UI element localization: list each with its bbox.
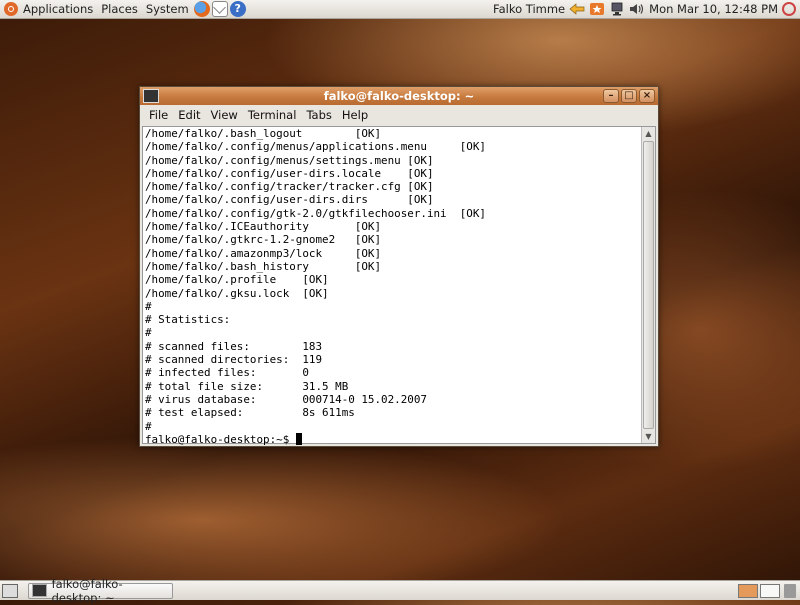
mail-launcher-icon[interactable] bbox=[211, 1, 228, 17]
workspace-1[interactable] bbox=[738, 583, 758, 598]
places-menu[interactable]: Places bbox=[97, 0, 142, 19]
workspace-2[interactable] bbox=[760, 583, 780, 598]
window-title: falko@falko-desktop: ~ bbox=[323, 89, 475, 103]
applications-menu-label: Applications bbox=[23, 2, 94, 16]
taskbar-terminal-button[interactable]: falko@falko-desktop: ~ bbox=[28, 577, 173, 605]
terminal-cursor bbox=[295, 432, 302, 445]
terminal-line: /home/falko/.ICEauthority [OK] bbox=[145, 220, 382, 234]
places-menu-label: Places bbox=[101, 2, 138, 16]
scroll-up-arrow-icon[interactable]: ▲ bbox=[642, 127, 655, 140]
clock[interactable]: Mon Mar 10, 12:48 PM bbox=[649, 2, 778, 16]
terminal-line: /home/falko/.bash_history [OK] bbox=[145, 259, 382, 273]
menu-help[interactable]: Help bbox=[337, 108, 373, 122]
terminal-output: /home/falko/.bash_logout [OK]/home/falko… bbox=[143, 127, 643, 445]
terminal-line: /home/falko/.bash_logout [OK] bbox=[145, 127, 382, 140]
network-icon[interactable] bbox=[609, 2, 625, 16]
bottom-panel: falko@falko-desktop: ~ bbox=[0, 577, 800, 605]
notification-icon[interactable] bbox=[589, 2, 605, 16]
terminal-line: # test elapsed: 8s 611ms bbox=[145, 406, 355, 420]
terminal-window-icon[interactable] bbox=[143, 89, 159, 103]
trash-icon[interactable] bbox=[784, 583, 796, 598]
terminal-line: /home/falko/.config/menus/settings.menu … bbox=[145, 153, 434, 167]
terminal-window: falko@falko-desktop: ~ – □ × File Edit V… bbox=[139, 86, 659, 447]
scroll-down-arrow-icon[interactable]: ▼ bbox=[642, 430, 655, 443]
menu-file[interactable]: File bbox=[144, 108, 173, 122]
workspace-switcher bbox=[738, 583, 780, 598]
minimize-button[interactable]: – bbox=[603, 89, 619, 103]
scroll-thumb[interactable] bbox=[643, 141, 654, 429]
terminal-line: # infected files: 0 bbox=[145, 366, 309, 380]
window-titlebar[interactable]: falko@falko-desktop: ~ – □ × bbox=[140, 87, 658, 105]
terminal-line: # total file size: 31.5 MB bbox=[145, 379, 349, 393]
menu-edit[interactable]: Edit bbox=[173, 108, 205, 122]
terminal-line: /home/falko/.gksu.lock [OK] bbox=[145, 286, 329, 300]
terminal-line: /home/falko/.config/menus/applications.m… bbox=[145, 140, 486, 154]
terminal-line: # bbox=[145, 419, 152, 433]
show-desktop-icon[interactable] bbox=[2, 583, 18, 598]
taskbar-terminal-label: falko@falko-desktop: ~ bbox=[51, 576, 123, 605]
help-launcher-icon[interactable]: ? bbox=[229, 1, 246, 17]
ubuntu-logo-icon bbox=[4, 2, 18, 16]
menu-tabs[interactable]: Tabs bbox=[301, 108, 336, 122]
terminal-area[interactable]: /home/falko/.bash_logout [OK]/home/falko… bbox=[142, 126, 656, 445]
menu-view[interactable]: View bbox=[206, 108, 243, 122]
terminal-line: /home/falko/.gtkrc-1.2-gnome2 [OK] bbox=[145, 233, 382, 247]
system-tray: Falko Timme Mon Mar 10, 12:48 PM bbox=[493, 2, 800, 16]
terminal-line: # bbox=[145, 299, 152, 313]
firefox-launcher-icon[interactable] bbox=[193, 1, 210, 17]
terminal-line: # Statistics: bbox=[145, 313, 231, 327]
window-controls: – □ × bbox=[603, 89, 655, 103]
terminal-prompt-line: falko@falko-desktop:~$ bbox=[145, 432, 643, 445]
terminal-line: /home/falko/.config/user-dirs.dirs [OK] bbox=[145, 193, 434, 207]
applications-menu[interactable]: Applications bbox=[0, 0, 97, 19]
terminal-line: /home/falko/.config/gtk-2.0/gtkfilechoos… bbox=[145, 206, 486, 220]
terminal-line: /home/falko/.config/user-dirs.locale [OK… bbox=[145, 166, 434, 180]
terminal-line: /home/falko/.profile [OK] bbox=[145, 273, 329, 287]
terminal-line: # virus database: 000714-0 15.02.2007 bbox=[145, 392, 427, 406]
terminal-line: /home/falko/.config/tracker/tracker.cfg … bbox=[145, 180, 434, 194]
system-menu-label: System bbox=[145, 2, 189, 16]
terminal-line: # bbox=[145, 326, 152, 340]
user-switcher[interactable]: Falko Timme bbox=[493, 2, 565, 16]
terminal-task-icon bbox=[32, 584, 47, 597]
vertical-scrollbar[interactable]: ▲ ▼ bbox=[641, 127, 655, 443]
menu-terminal[interactable]: Terminal bbox=[243, 108, 302, 122]
volume-icon[interactable] bbox=[629, 2, 645, 16]
system-menu[interactable]: System bbox=[142, 0, 193, 19]
terminal-menubar: File Edit View Terminal Tabs Help bbox=[140, 105, 658, 125]
close-button[interactable]: × bbox=[639, 89, 655, 103]
maximize-button[interactable]: □ bbox=[621, 89, 637, 103]
terminal-line: # scanned files: 183 bbox=[145, 339, 323, 353]
power-icon[interactable] bbox=[782, 2, 796, 16]
terminal-line: # scanned directories: 119 bbox=[145, 353, 323, 367]
update-notifier-icon[interactable] bbox=[569, 2, 585, 16]
top-panel: Applications Places System ? Falko Timme… bbox=[0, 0, 800, 19]
terminal-prompt: falko@falko-desktop:~$ bbox=[145, 432, 296, 445]
terminal-line: /home/falko/.amazonmp3/lock [OK] bbox=[145, 246, 382, 260]
